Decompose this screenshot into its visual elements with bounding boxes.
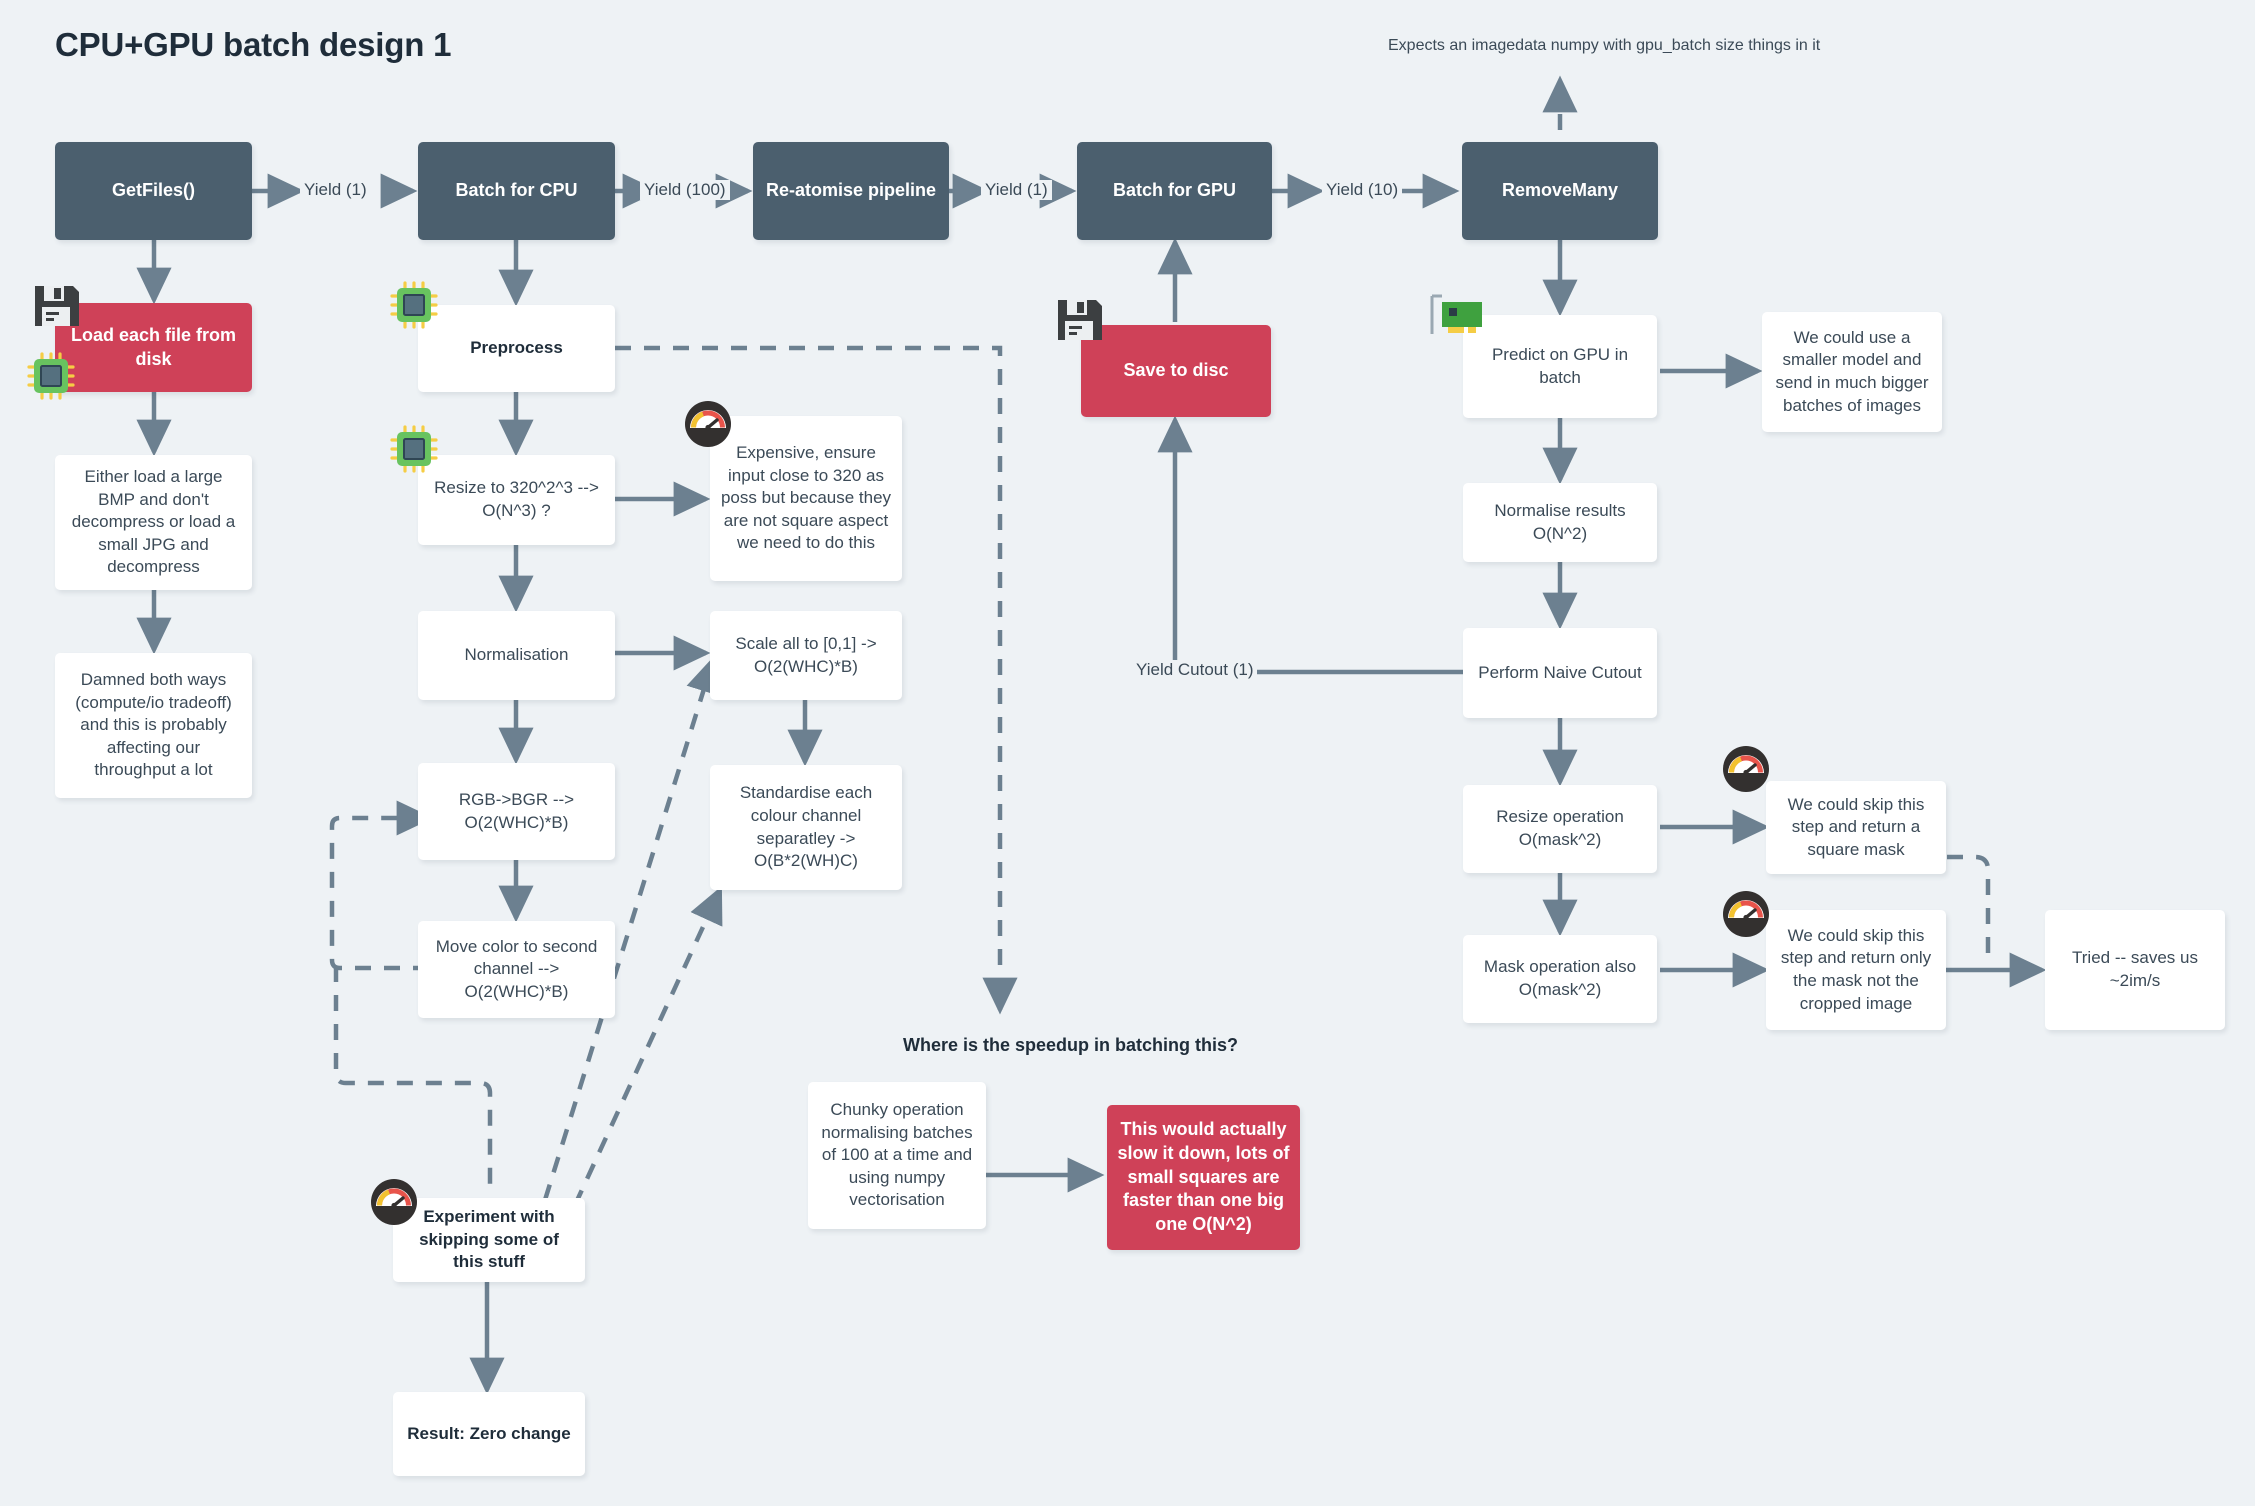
- node-resize-320[interactable]: Resize to 320^2^3 --> O(N^3) ?: [418, 455, 615, 545]
- annotation-expects-imagedata: Expects an imagedata numpy with gpu_batc…: [1388, 37, 1821, 54]
- node-move-color[interactable]: Move color to second channel --> O(2(WHC…: [418, 921, 615, 1018]
- node-label: RGB->BGR --> O(2(WHC)*B): [458, 789, 575, 832]
- cpu-chip-icon: [390, 425, 438, 473]
- floppy-disk-icon: [35, 286, 79, 326]
- node-label: Experiment with skipping some of this st…: [419, 1207, 559, 1272]
- node-label: We could skip this step and return a squ…: [1787, 794, 1925, 859]
- node-batch-for-gpu[interactable]: Batch for GPU: [1077, 142, 1272, 240]
- node-label: Damned both ways (compute/io tradeoff) a…: [75, 669, 232, 780]
- node-remove-many[interactable]: RemoveMany: [1462, 142, 1658, 240]
- node-perform-naive-cutout[interactable]: Perform Naive Cutout: [1463, 628, 1657, 718]
- node-label: Predict on GPU in batch: [1491, 344, 1629, 387]
- node-load-each-file[interactable]: Load each file from disk: [55, 303, 252, 392]
- node-label: This would actually slow it down, lots o…: [1117, 1118, 1290, 1235]
- gauge-icon: [1723, 746, 1769, 792]
- gauge-icon: [1723, 891, 1769, 937]
- node-re-atomise-pipeline[interactable]: Re-atomise pipeline: [753, 142, 949, 240]
- node-batch-for-cpu[interactable]: Batch for CPU: [418, 142, 615, 240]
- cpu-chip-icon: [390, 281, 438, 329]
- node-label: We could use a smaller model and send in…: [1775, 327, 1929, 415]
- node-label: Resize operation O(mask^2): [1496, 807, 1624, 849]
- node-label: Load each file from disk: [70, 324, 237, 369]
- node-label: Batch for CPU: [455, 180, 578, 201]
- node-chunky-operation[interactable]: Chunky operation normalising batches of …: [808, 1082, 986, 1229]
- node-label: Chunky operation normalising batches of …: [821, 1099, 973, 1210]
- node-label: RemoveMany: [1501, 180, 1619, 201]
- node-label: Tried -- saves us ~2im/s: [2072, 948, 2198, 990]
- node-get-files[interactable]: GetFiles(): [55, 142, 252, 240]
- node-label: Result: Zero change: [407, 1423, 571, 1443]
- node-label: Batch for GPU: [1112, 180, 1236, 201]
- gpu-card-icon: [1430, 294, 1482, 334]
- node-predict-gpu[interactable]: Predict on GPU in batch: [1463, 315, 1657, 418]
- node-label: Perform Naive Cutout: [1478, 662, 1642, 682]
- node-save-to-disc[interactable]: Save to disc: [1081, 325, 1271, 417]
- edge-label-yield-100: Yield (100): [640, 180, 730, 200]
- node-either-load[interactable]: Either load a large BMP and don't decomp…: [55, 455, 252, 590]
- node-label: Normalisation: [464, 645, 569, 665]
- node-label: Resize to 320^2^3 --> O(N^3) ?: [434, 478, 599, 520]
- node-rgb-bgr[interactable]: RGB->BGR --> O(2(WHC)*B): [418, 763, 615, 860]
- node-label: Either load a large BMP and don't decomp…: [71, 466, 236, 577]
- node-skip-only-mask[interactable]: We could skip this step and return only …: [1766, 910, 1946, 1030]
- gauge-icon: [371, 1179, 417, 1225]
- node-label: Re-atomise pipeline: [765, 180, 937, 201]
- cpu-chip-icon: [27, 352, 75, 400]
- node-label: Normalise results O(N^2): [1494, 500, 1626, 543]
- diagram-canvas: CPU+GPU batch design 1 GetFiles() Batch …: [0, 0, 2255, 1506]
- node-scale-all[interactable]: Scale all to [0,1] -> O(2(WHC)*B): [710, 611, 902, 700]
- node-normalisation[interactable]: Normalisation: [418, 611, 615, 700]
- node-result-zero-change[interactable]: Result: Zero change: [393, 1392, 585, 1476]
- node-would-slow-down[interactable]: This would actually slow it down, lots o…: [1107, 1105, 1300, 1250]
- node-damned-both-ways[interactable]: Damned both ways (compute/io tradeoff) a…: [55, 653, 252, 798]
- node-label: Save to disc: [1123, 360, 1229, 381]
- floppy-disk-icon: [1058, 300, 1102, 340]
- gauge-icon: [685, 401, 731, 447]
- node-preprocess[interactable]: Preprocess: [418, 305, 615, 392]
- node-mask-operation[interactable]: Mask operation also O(mask^2): [1463, 935, 1657, 1023]
- page-title: CPU+GPU batch design 1: [55, 26, 452, 63]
- node-experiment-skip[interactable]: Experiment with skipping some of this st…: [393, 1198, 585, 1282]
- node-skip-square-mask[interactable]: We could skip this step and return a squ…: [1766, 781, 1946, 874]
- node-smaller-model[interactable]: We could use a smaller model and send in…: [1762, 312, 1942, 432]
- edge-label-yield-cutout: Yield Cutout (1): [1132, 660, 1258, 680]
- edge-label-yield-1-a: Yield (1): [300, 180, 371, 200]
- node-expensive-note[interactable]: Expensive, ensure input close to 320 as …: [710, 416, 902, 581]
- node-label: Preprocess: [470, 338, 563, 358]
- edge-label-yield-1-b: Yield (1): [981, 180, 1052, 200]
- edge-label-yield-10: Yield (10): [1322, 180, 1403, 200]
- node-label: GetFiles(): [111, 180, 195, 201]
- node-label: Mask operation also O(mask^2): [1483, 957, 1637, 999]
- annotation-where-speedup: Where is the speedup in batching this?: [903, 1035, 1239, 1055]
- node-label: Expensive, ensure input close to 320 as …: [720, 442, 892, 553]
- node-label: We could skip this step and return only …: [1780, 925, 1932, 1013]
- node-resize-operation[interactable]: Resize operation O(mask^2): [1463, 785, 1657, 873]
- node-standardise[interactable]: Standardise each colour channel separatl…: [710, 765, 902, 890]
- node-label: Scale all to [0,1] -> O(2(WHC)*B): [735, 633, 877, 676]
- node-normalise-results[interactable]: Normalise results O(N^2): [1463, 483, 1657, 562]
- node-label: Move color to second channel --> O(2(WHC…: [435, 936, 598, 1001]
- node-label: Standardise each colour channel separatl…: [739, 783, 873, 871]
- node-tried-saves[interactable]: Tried -- saves us ~2im/s: [2045, 910, 2225, 1030]
